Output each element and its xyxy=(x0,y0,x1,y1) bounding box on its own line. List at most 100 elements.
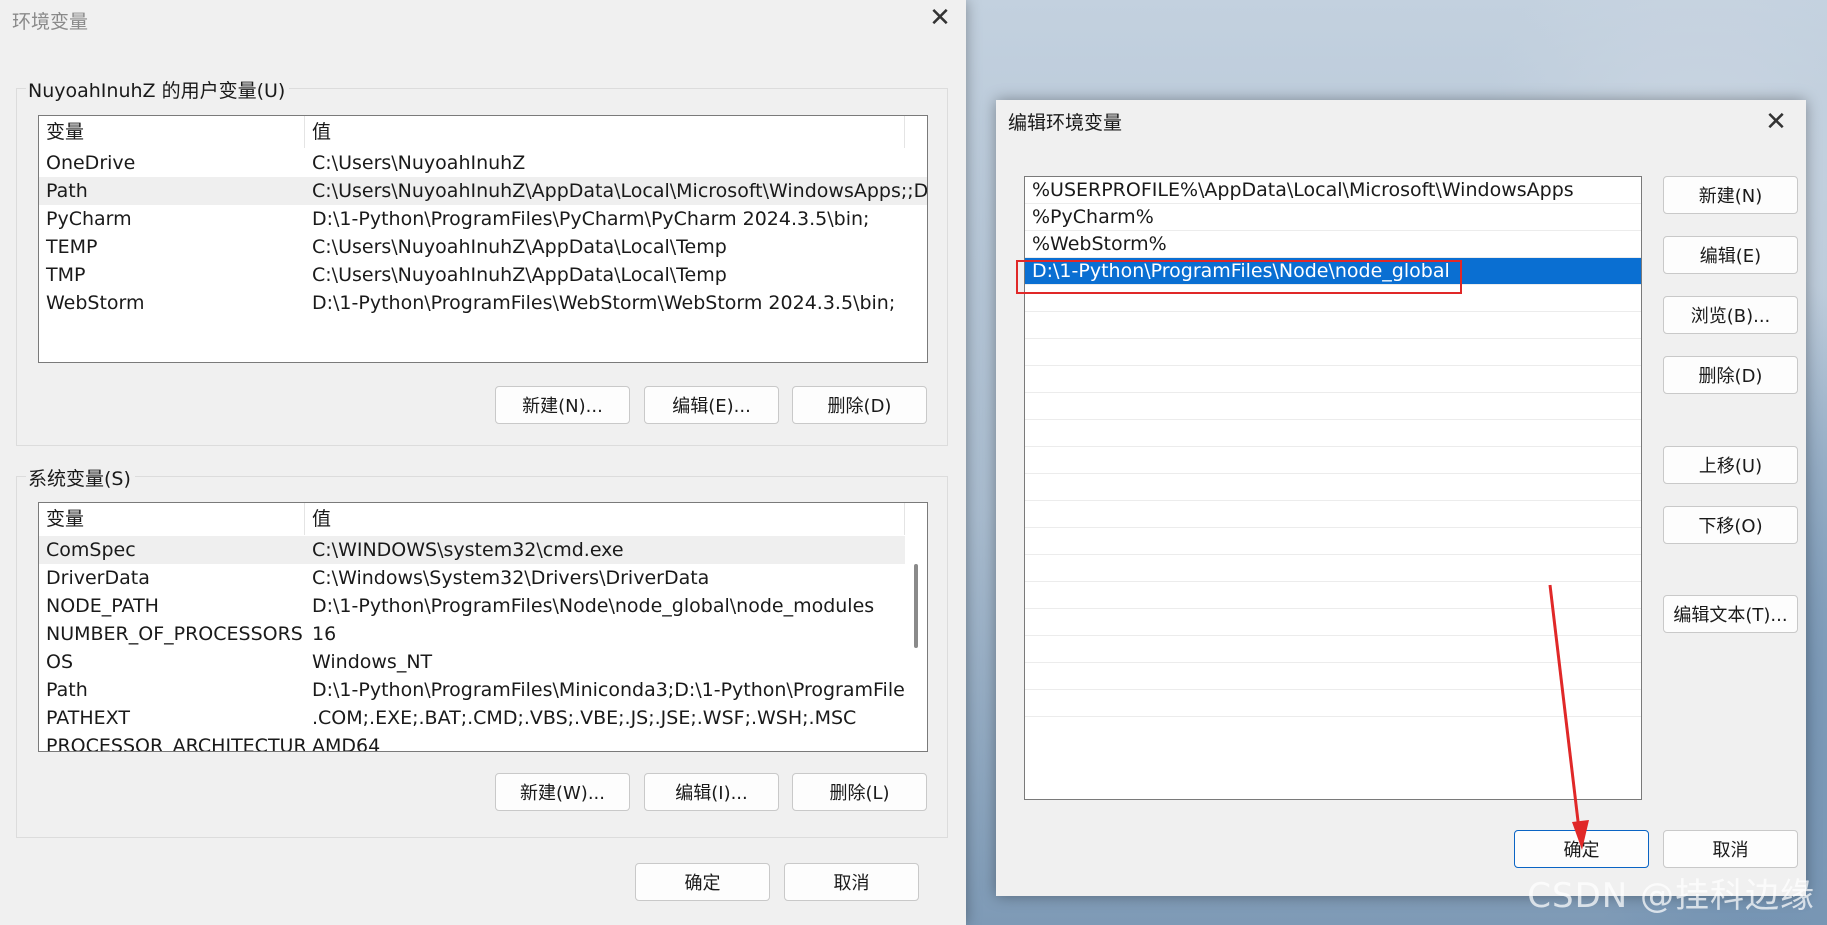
table-row[interactable]: PATHEXT .COM;.EXE;.BAT;.CMD;.VBS;.VBE;.JS… xyxy=(39,704,905,732)
variable-name-cell: Path xyxy=(46,679,88,701)
variable-name-cell: WebStorm xyxy=(46,292,145,314)
empty-path-row[interactable] xyxy=(1025,636,1641,663)
empty-path-row[interactable] xyxy=(1025,690,1641,717)
path-move-up-button[interactable]: 上移(U) xyxy=(1663,446,1798,484)
column-header-value[interactable]: 值 xyxy=(305,503,905,535)
column-header-variable[interactable]: 变量 xyxy=(39,116,305,148)
system-edit-button[interactable]: 编辑(I)... xyxy=(644,773,779,811)
variable-name-cell: TEMP xyxy=(46,236,98,258)
empty-path-row[interactable] xyxy=(1025,663,1641,690)
path-browse-button[interactable]: 浏览(B)... xyxy=(1663,296,1798,334)
path-entry[interactable]: %PyCharm% xyxy=(1025,204,1641,231)
empty-path-row[interactable] xyxy=(1025,420,1641,447)
env-ok-button[interactable]: 确定 xyxy=(635,863,770,901)
system-delete-button[interactable]: 删除(L) xyxy=(792,773,927,811)
edit-ok-button[interactable]: 确定 xyxy=(1514,830,1649,868)
table-row[interactable]: ComSpec C:\WINDOWS\system32\cmd.exe xyxy=(39,536,905,564)
system-vars-header: 变量 值 xyxy=(39,503,927,535)
path-move-down-button[interactable]: 下移(O) xyxy=(1663,506,1798,544)
variable-name-cell: OneDrive xyxy=(46,152,136,174)
variable-value-cell: D:\1-Python\ProgramFiles\Miniconda3;D:\1… xyxy=(312,679,905,701)
variable-value-cell: D:\1-Python\ProgramFiles\Node\node_globa… xyxy=(312,595,875,617)
variable-value-cell: D:\1-Python\ProgramFiles\WebStorm\WebSto… xyxy=(312,292,896,314)
table-row[interactable]: Path D:\1-Python\ProgramFiles\Miniconda3;… xyxy=(39,676,905,704)
variable-name-cell: NUMBER_OF_PROCESSORS xyxy=(46,623,303,645)
variable-name-cell: ComSpec xyxy=(46,539,136,561)
table-row[interactable]: Path C:\Users\NuyoahInuhZ\AppData\Local\M… xyxy=(39,177,927,205)
user-new-button[interactable]: 新建(N)... xyxy=(495,386,630,424)
table-row[interactable]: NUMBER_OF_PROCESSORS 16 xyxy=(39,620,905,648)
path-delete-button[interactable]: 删除(D) xyxy=(1663,356,1798,394)
variable-value-cell: C:\Users\NuyoahInuhZ xyxy=(312,152,526,174)
scrollbar-thumb[interactable] xyxy=(914,564,918,648)
variable-name-cell: PyCharm xyxy=(46,208,132,230)
path-entry[interactable]: %USERPROFILE%\AppData\Local\Microsoft\Wi… xyxy=(1025,177,1641,204)
variable-value-cell: C:\WINDOWS\system32\cmd.exe xyxy=(312,539,624,561)
user-delete-button[interactable]: 删除(D) xyxy=(792,386,927,424)
path-entry[interactable]: %WebStorm% xyxy=(1025,231,1641,258)
table-row[interactable]: WebStorm D:\1-Python\ProgramFiles\WebStor… xyxy=(39,289,927,317)
variable-name-cell: TMP xyxy=(46,264,86,286)
watermark: CSDN @挂科边缘 xyxy=(1527,876,1815,916)
table-row[interactable]: TEMP C:\Users\NuyoahInuhZ\AppData\Local\T… xyxy=(39,233,927,261)
edit-environment-variable-dialog: 编辑环境变量 ✕ %USERPROFILE%\AppData\Local\Mic… xyxy=(996,100,1806,896)
variable-value-cell: D:\1-Python\ProgramFiles\PyCharm\PyCharm… xyxy=(312,208,870,230)
edit-dialog-title: 编辑环境变量 xyxy=(1008,112,1123,134)
user-vars-rows: OneDrive C:\Users\NuyoahInuhZ Path C:\Users… xyxy=(39,149,927,362)
edit-cancel-button[interactable]: 取消 xyxy=(1663,830,1798,868)
variable-value-cell: Windows_NT xyxy=(312,651,433,673)
variable-name-cell: OS xyxy=(46,651,74,673)
system-vars-list[interactable]: 变量 值 ComSpec C:\WINDOWS\system32\cmd.exe D… xyxy=(38,502,928,752)
empty-path-row[interactable] xyxy=(1025,528,1641,555)
variable-name-cell: PROCESSOR_ARCHITECTURE xyxy=(46,735,305,752)
table-row[interactable]: PROCESSOR_ARCHITECTURE AMD64 xyxy=(39,732,905,752)
table-row[interactable]: DriverData C:\Windows\System32\Drivers\Dr… xyxy=(39,564,905,592)
env-titlebar: 环境变量 ✕ xyxy=(0,0,966,40)
empty-path-row[interactable] xyxy=(1025,393,1641,420)
empty-path-row[interactable] xyxy=(1025,366,1641,393)
user-vars-label: NuyoahInuhZ 的用户变量(U) xyxy=(26,76,290,103)
variable-value-cell: .COM;.EXE;.BAT;.CMD;.VBS;.VBE;.JS;.JSE;.… xyxy=(312,707,857,729)
user-vars-header: 变量 值 xyxy=(39,116,927,148)
column-header-value[interactable]: 值 xyxy=(305,116,905,148)
path-edit-button[interactable]: 编辑(E) xyxy=(1663,236,1798,274)
annotation-highlight-box xyxy=(1016,260,1462,294)
env-dialog-title: 环境变量 xyxy=(12,11,89,33)
empty-path-row[interactable] xyxy=(1025,447,1641,474)
user-vars-list[interactable]: 变量 值 OneDrive C:\Users\NuyoahInuhZ Path C:\… xyxy=(38,115,928,363)
path-new-button[interactable]: 新建(N) xyxy=(1663,176,1798,214)
variable-name-cell: Path xyxy=(46,180,88,202)
table-row[interactable]: OneDrive C:\Users\NuyoahInuhZ xyxy=(39,149,927,177)
variable-value-cell: AMD64 xyxy=(312,735,381,752)
variable-name-cell: NODE_PATH xyxy=(46,595,159,617)
close-icon[interactable]: ✕ xyxy=(1756,104,1796,140)
table-row[interactable]: OS Windows_NT xyxy=(39,648,905,676)
system-vars-scrollbar[interactable] xyxy=(905,536,927,751)
variable-value-cell: C:\Users\NuyoahInuhZ\AppData\Local\Temp xyxy=(312,264,727,286)
variable-value-cell: C:\Windows\System32\Drivers\DriverData xyxy=(312,567,710,589)
env-cancel-button[interactable]: 取消 xyxy=(784,863,919,901)
system-vars-label: 系统变量(S) xyxy=(26,464,135,491)
empty-path-row[interactable] xyxy=(1025,555,1641,582)
variable-value-cell: C:\Users\NuyoahInuhZ\AppData\Local\Micro… xyxy=(312,180,927,202)
path-edit-text-button[interactable]: 编辑文本(T)... xyxy=(1663,595,1798,633)
empty-path-row[interactable] xyxy=(1025,474,1641,501)
system-new-button[interactable]: 新建(W)... xyxy=(495,773,630,811)
empty-path-row[interactable] xyxy=(1025,312,1641,339)
column-header-variable[interactable]: 变量 xyxy=(39,503,305,535)
empty-path-row[interactable] xyxy=(1025,501,1641,528)
table-row[interactable]: PyCharm D:\1-Python\ProgramFiles\PyCharm\… xyxy=(39,205,927,233)
table-row[interactable]: TMP C:\Users\NuyoahInuhZ\AppData\Local\Te… xyxy=(39,261,927,289)
user-edit-button[interactable]: 编辑(E)... xyxy=(644,386,779,424)
environment-variables-dialog: 环境变量 ✕ NuyoahInuhZ 的用户变量(U) 变量 值 OneDriv… xyxy=(0,0,966,925)
edit-titlebar: 编辑环境变量 ✕ xyxy=(996,100,1806,140)
close-icon[interactable]: ✕ xyxy=(920,0,960,36)
variable-name-cell: PATHEXT xyxy=(46,707,130,729)
system-vars-rows: ComSpec C:\WINDOWS\system32\cmd.exe Driver… xyxy=(39,536,905,751)
path-entries-rows: %USERPROFILE%\AppData\Local\Microsoft\Wi… xyxy=(1025,177,1641,717)
variable-value-cell: C:\Users\NuyoahInuhZ\AppData\Local\Temp xyxy=(312,236,727,258)
empty-path-row[interactable] xyxy=(1025,609,1641,636)
table-row[interactable]: NODE_PATH D:\1-Python\ProgramFiles\Node\n… xyxy=(39,592,905,620)
empty-path-row[interactable] xyxy=(1025,582,1641,609)
empty-path-row[interactable] xyxy=(1025,339,1641,366)
